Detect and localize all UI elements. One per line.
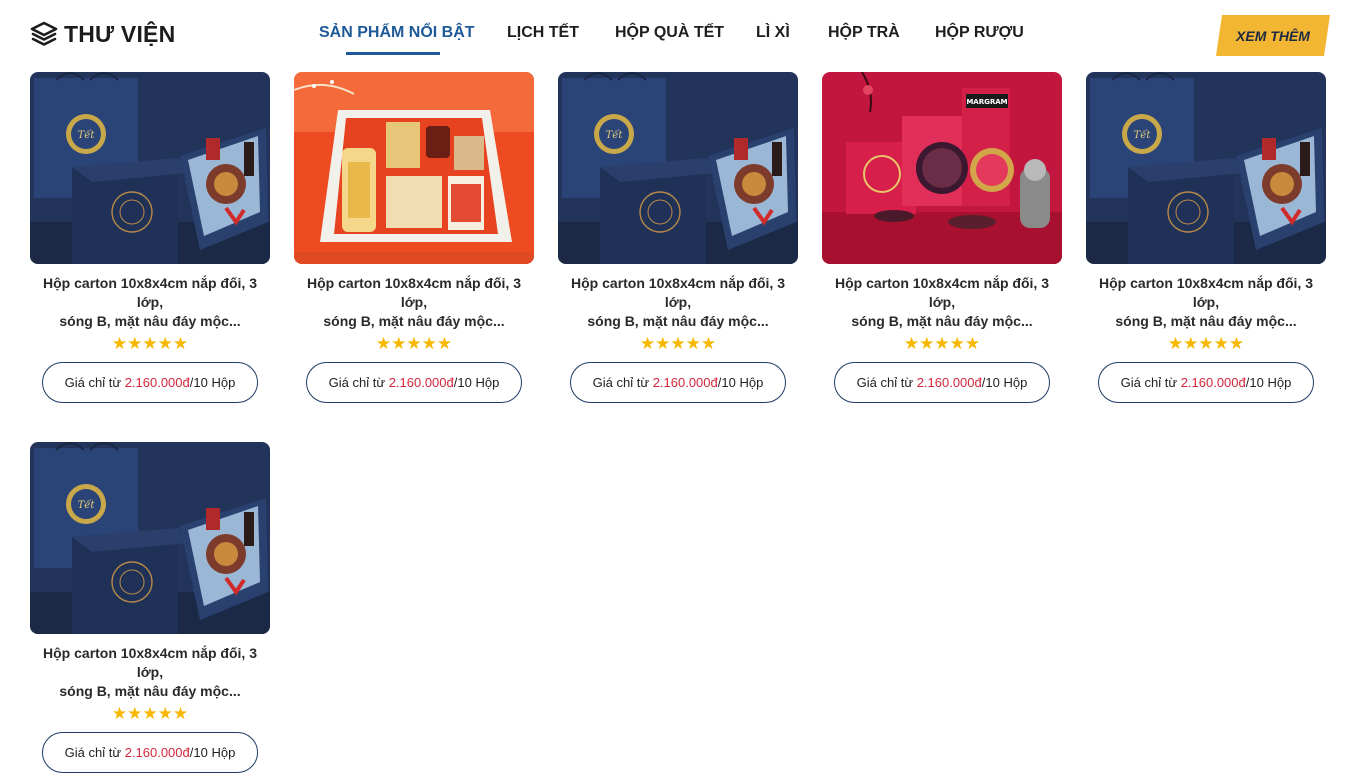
product-image[interactable] — [30, 72, 270, 264]
product-card[interactable]: Hộp carton 10x8x4cm nắp đối, 3 lớp, sóng… — [30, 442, 270, 773]
tab-tet-calendar[interactable]: LỊCH TẾT — [507, 24, 579, 42]
price-button[interactable]: Giá chỉ từ 2.160.000đ/10 Hộp — [42, 362, 258, 403]
product-card[interactable]: Hộp carton 10x8x4cm nắp đối, 3 lớp, sóng… — [1086, 72, 1326, 403]
price-prefix: Giá chỉ từ — [1120, 375, 1178, 390]
star-rating: ★★★★★ — [111, 704, 189, 723]
star-rating: ★★★★★ — [903, 334, 981, 353]
price-button[interactable]: Giá chỉ từ 2.160.000đ/10 Hộp — [306, 362, 522, 403]
product-image[interactable] — [558, 72, 798, 264]
price-button[interactable]: Giá chỉ từ 2.160.000đ/10 Hộp — [1098, 362, 1314, 403]
price-unit: /10 Hộp — [717, 375, 764, 390]
product-title-line: Hộp carton 10x8x4cm nắp đối, 3 lớp, — [835, 275, 1049, 310]
product-title-line: Hộp carton 10x8x4cm nắp đối, 3 lớp, — [43, 275, 257, 310]
product-title[interactable]: Hộp carton 10x8x4cm nắp đối, 3 lớp, sóng… — [30, 644, 270, 701]
product-title-line: sóng B, mặt nâu đáy mộc... — [851, 313, 1033, 329]
price-button[interactable]: Giá chỉ từ 2.160.000đ/10 Hộp — [42, 732, 258, 773]
price-button[interactable]: Giá chỉ từ 2.160.000đ/10 Hộp — [834, 362, 1050, 403]
brand-label-on-box: MARGRAM — [966, 98, 1007, 106]
price-unit: /10 Hộp — [1245, 375, 1292, 390]
product-title-line: sóng B, mặt nâu đáy mộc... — [587, 313, 769, 329]
product-card[interactable]: Hộp carton 10x8x4cm nắp đối, 3 lớp, sóng… — [294, 72, 534, 403]
product-image[interactable]: MARGRAM — [822, 72, 1062, 264]
tab-li-xi[interactable]: LÌ XÌ — [756, 24, 790, 42]
product-title[interactable]: Hộp carton 10x8x4cm nắp đối, 3 lớp, sóng… — [558, 274, 798, 331]
product-title[interactable]: Hộp carton 10x8x4cm nắp đối, 3 lớp, sóng… — [294, 274, 534, 331]
star-rating: ★★★★★ — [1167, 334, 1245, 353]
price-unit: /10 Hộp — [453, 375, 500, 390]
product-card[interactable]: Hộp carton 10x8x4cm nắp đối, 3 lớp, sóng… — [30, 72, 270, 403]
category-tabs: SẢN PHẨM NỔI BẬT LỊCH TẾT HỘP QUÀ TẾT LÌ… — [0, 24, 1352, 55]
product-title-line: sóng B, mặt nâu đáy mộc... — [59, 313, 241, 329]
star-rating: ★★★★★ — [639, 334, 717, 353]
tab-tet-gift-box[interactable]: HỘP QUÀ TẾT — [615, 24, 724, 42]
price-value: 2.160.000đ — [1180, 375, 1246, 390]
price-unit: /10 Hộp — [189, 375, 236, 390]
tab-wine-box[interactable]: HỘP RƯỢU — [935, 24, 1024, 42]
see-more-button[interactable]: XEM THÊM — [1216, 15, 1330, 56]
product-title-line: sóng B, mặt nâu đáy mộc... — [59, 683, 241, 699]
price-value: 2.160.000đ — [388, 375, 454, 390]
product-card[interactable]: Hộp carton 10x8x4cm nắp đối, 3 lớp, sóng… — [558, 72, 798, 403]
star-rating: ★★★★★ — [375, 334, 453, 353]
price-prefix: Giá chỉ từ — [328, 375, 386, 390]
header: THƯ VIỆN SẢN PHẨM NỔI BẬT LỊCH TẾT HỘP Q… — [0, 0, 1352, 70]
product-card[interactable]: MARGRAM Hộp carton 10x8x4cm nắp đối, 3 l… — [822, 72, 1062, 403]
product-title[interactable]: Hộp carton 10x8x4cm nắp đối, 3 lớp, sóng… — [822, 274, 1062, 331]
price-prefix: Giá chỉ từ — [64, 745, 122, 760]
price-value: 2.160.000đ — [124, 375, 190, 390]
product-title-line: sóng B, mặt nâu đáy mộc... — [1115, 313, 1297, 329]
tab-featured-products[interactable]: SẢN PHẨM NỔI BẬT — [319, 24, 475, 42]
product-image[interactable] — [1086, 72, 1326, 264]
product-title-line: Hộp carton 10x8x4cm nắp đối, 3 lớp, — [307, 275, 521, 310]
price-prefix: Giá chỉ từ — [64, 375, 122, 390]
product-title[interactable]: Hộp carton 10x8x4cm nắp đối, 3 lớp, sóng… — [1086, 274, 1326, 331]
price-value: 2.160.000đ — [652, 375, 718, 390]
price-value: 2.160.000đ — [916, 375, 982, 390]
price-unit: /10 Hộp — [189, 745, 236, 760]
product-title-line: sóng B, mặt nâu đáy mộc... — [323, 313, 505, 329]
star-rating: ★★★★★ — [111, 334, 189, 353]
product-title[interactable]: Hộp carton 10x8x4cm nắp đối, 3 lớp, sóng… — [30, 274, 270, 331]
product-title-line: Hộp carton 10x8x4cm nắp đối, 3 lớp, — [571, 275, 785, 310]
product-image[interactable] — [294, 72, 534, 264]
product-title-line: Hộp carton 10x8x4cm nắp đối, 3 lớp, — [43, 645, 257, 680]
price-value: 2.160.000đ — [124, 745, 190, 760]
product-title-line: Hộp carton 10x8x4cm nắp đối, 3 lớp, — [1099, 275, 1313, 310]
price-prefix: Giá chỉ từ — [856, 375, 914, 390]
price-button[interactable]: Giá chỉ từ 2.160.000đ/10 Hộp — [570, 362, 786, 403]
active-tab-indicator — [346, 52, 440, 55]
product-image[interactable] — [30, 442, 270, 634]
tab-tea-box[interactable]: HỘP TRÀ — [828, 24, 900, 42]
price-prefix: Giá chỉ từ — [592, 375, 650, 390]
price-unit: /10 Hộp — [981, 375, 1028, 390]
